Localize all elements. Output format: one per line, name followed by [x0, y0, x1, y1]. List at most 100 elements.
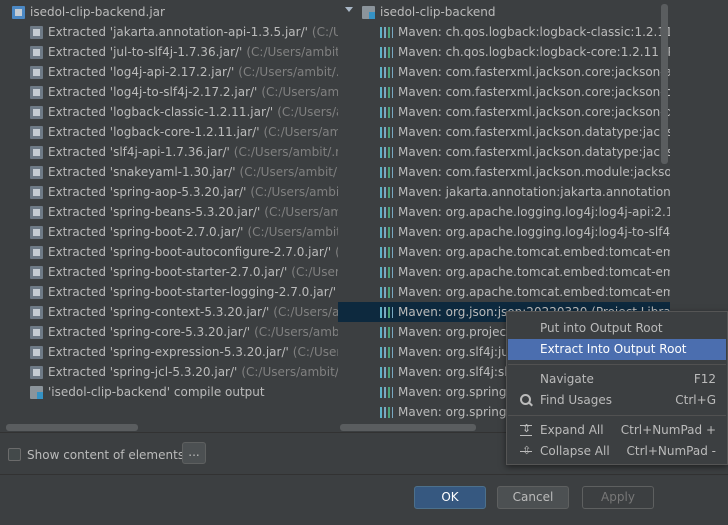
library-icon: [380, 367, 393, 378]
tree-root-jar[interactable]: isedol-clip-backend.jar: [0, 2, 338, 22]
tree-item-extracted-jar[interactable]: Extracted 'spring-context-5.3.20.jar/' (C…: [0, 302, 338, 322]
tree-item-library[interactable]: Maven: org.apache.tomcat.embed:tomcat-em…: [338, 242, 670, 262]
library-icon: [380, 347, 393, 358]
extracted-directory-icon: [30, 146, 43, 159]
tree-item-name: Extracted 'spring-aop-5.3.20.jar/': [48, 185, 247, 199]
vertical-scrollbar[interactable]: [661, 4, 668, 164]
tree-item-extracted-jar[interactable]: Extracted 'spring-boot-starter-logging-2…: [0, 282, 338, 302]
extracted-directory-icon: [30, 306, 43, 319]
extracted-directory-icon: [30, 186, 43, 199]
tree-item-extracted-jar[interactable]: Extracted 'spring-aop-5.3.20.jar/' (C:/Us…: [0, 182, 338, 202]
library-icon: [380, 307, 393, 318]
menu-item-label: Navigate: [540, 372, 594, 386]
tree-item-extracted-jar[interactable]: Extracted 'spring-jcl-5.3.20.jar/' (C:/Us…: [0, 362, 338, 382]
tree-item-label: Maven: com.fasterxml.jackson.datatype:ja…: [398, 125, 670, 139]
menu-separator: [508, 415, 726, 416]
tree-item-extracted-jar[interactable]: Extracted 'spring-core-5.3.20.jar/' (C:/U…: [0, 322, 338, 342]
menu-separator: [508, 364, 726, 365]
jar-icon: [12, 6, 25, 19]
search-icon: [520, 394, 533, 407]
tree-item-library[interactable]: Maven: jakarta.annotation:jakarta.annota…: [338, 182, 670, 202]
tree-item-label: Extracted 'logback-core-1.2.11.jar/' (C:/…: [48, 122, 338, 142]
extracted-directory-icon: [30, 346, 43, 359]
tree-item-name: Extracted 'log4j-api-2.17.2.jar/': [48, 65, 235, 79]
library-icon: [380, 107, 393, 118]
tree-item-label: Extracted 'spring-boot-starter-logging-2…: [48, 282, 338, 302]
tree-item-extracted-jar[interactable]: Extracted 'snakeyaml-1.30.jar/' (C:/Users…: [0, 162, 338, 182]
tree-item-extracted-jar[interactable]: Extracted 'logback-core-1.2.11.jar/' (C:/…: [0, 122, 338, 142]
tree-item-library[interactable]: Maven: com.fasterxml.jackson.module:jack…: [338, 162, 670, 182]
tree-root-module[interactable]: isedol-clip-backend: [338, 2, 670, 22]
tree-item-extracted-jar[interactable]: Extracted 'jakarta.annotation-api-1.3.5.…: [0, 22, 338, 42]
tree-item-extracted-jar[interactable]: Extracted 'log4j-to-slf4j-2.17.2.jar/' (C…: [0, 82, 338, 102]
tree-item-path: (C:/Users/ambit/.m2/repository/: [263, 125, 339, 139]
menu-item-extract-into-output-root[interactable]: Extract Into Output Root: [508, 339, 726, 360]
menu-item-collapse-all[interactable]: Collapse All Ctrl+NumPad -: [508, 441, 726, 462]
extracted-directory-icon: [30, 366, 43, 379]
menu-item-shortcut: Ctrl+G: [675, 393, 716, 407]
tree-item-path: (C:/Users/ambit/.m2/repository/org/apach…: [238, 65, 338, 79]
tree-item-label: Extracted 'spring-core-5.3.20.jar/' (C:/U…: [48, 322, 338, 342]
more-options-button[interactable]: ...: [182, 442, 206, 464]
collapse-all-icon: [520, 443, 533, 459]
tree-item-label: 'isedol-clip-backend' compile output: [48, 385, 265, 399]
tree-item-extracted-jar[interactable]: Extracted 'spring-expression-5.3.20.jar/…: [0, 342, 338, 362]
extracted-directory-icon: [30, 106, 43, 119]
menu-item-shortcut: Ctrl+NumPad -: [626, 444, 717, 458]
tree-item-extracted-jar[interactable]: Extracted 'log4j-api-2.17.2.jar/' (C:/Use…: [0, 62, 338, 82]
tree-item-library[interactable]: Maven: com.fasterxml.jackson.core:jackso…: [338, 82, 670, 102]
tree-item-label: Maven: ch.qos.logback:logback-core:1.2.1…: [398, 45, 670, 59]
tree-item-library[interactable]: Maven: com.fasterxml.jackson.core:jackso…: [338, 62, 670, 82]
tree-item-extracted-jar[interactable]: Extracted 'spring-beans-5.3.20.jar/' (C:/…: [0, 202, 338, 222]
output-layout-tree[interactable]: isedol-clip-backend.jar Extracted 'jakar…: [0, 0, 338, 425]
menu-item-label: Expand All: [540, 423, 604, 437]
tree-item-library[interactable]: Maven: com.fasterxml.jackson.core:jackso…: [338, 102, 670, 122]
tree-item-name: Extracted 'jakarta.annotation-api-1.3.5.…: [48, 25, 308, 39]
tree-item-library[interactable]: Maven: org.apache.tomcat.embed:tomcat-em…: [338, 262, 670, 282]
tree-item-name: Extracted 'slf4j-api-1.7.36.jar/': [48, 145, 230, 159]
tree-root-label: isedol-clip-backend: [380, 5, 496, 19]
menu-item-put-into-output-root[interactable]: Put into Output Root: [508, 318, 726, 339]
tree-item-label: Extracted 'spring-boot-2.7.0.jar/' (C:/Us…: [48, 222, 338, 242]
library-icon: [380, 407, 393, 418]
tree-item-compile-output[interactable]: 'isedol-clip-backend' compile output: [0, 382, 338, 402]
tree-item-library[interactable]: Maven: com.fasterxml.jackson.datatype:ja…: [338, 122, 670, 142]
menu-item-navigate[interactable]: Navigate F12: [508, 369, 726, 390]
tree-item-extracted-jar[interactable]: Extracted 'logback-classic-1.2.11.jar/'(…: [0, 102, 338, 122]
tree-item-path: (C:/Users/ambit/.m2/: [273, 305, 338, 319]
library-icon: [380, 167, 393, 178]
tree-item-name: Extracted 'spring-context-5.3.20.jar/': [48, 305, 270, 319]
tree-item-library[interactable]: Maven: ch.qos.logback:logback-core:1.2.1…: [338, 42, 670, 62]
tree-item-label: Maven: org.apache.tomcat.embed:tomcat-em…: [398, 245, 670, 259]
tree-item-library[interactable]: Maven: org.apache.logging.log4j:log4j-ap…: [338, 202, 670, 222]
apply-button[interactable]: Apply: [582, 486, 654, 509]
tree-item-path: (C:/Users/ambit/.m2/repository/: [250, 185, 338, 199]
tree-item-extracted-jar[interactable]: Extracted 'slf4j-api-1.7.36.jar/' (C:/Use…: [0, 142, 338, 162]
tree-item-library[interactable]: Maven: org.apache.logging.log4j:log4j-to…: [338, 222, 670, 242]
tree-item-library[interactable]: Maven: ch.qos.logback:logback-classic:1.…: [338, 22, 670, 42]
right-horizontal-scrollbar[interactable]: [340, 424, 476, 431]
tree-item-library[interactable]: Maven: com.fasterxml.jackson.datatype:ja…: [338, 142, 670, 162]
ok-button[interactable]: OK: [414, 486, 486, 509]
menu-item-find-usages[interactable]: Find Usages Ctrl+G: [508, 390, 726, 411]
menu-item-label: Extract Into Output Root: [540, 342, 687, 356]
tree-item-path: (C:/Users/ambit/.m2/repository/: [241, 365, 338, 379]
tree-item-extracted-jar[interactable]: Extracted 'spring-boot-autoconfigure-2.7…: [0, 242, 338, 262]
library-icon: [380, 267, 393, 278]
tree-item-extracted-jar[interactable]: Extracted 'spring-boot-starter-2.7.0.jar…: [0, 262, 338, 282]
tree-item-name: Extracted 'snakeyaml-1.30.jar/': [48, 165, 236, 179]
library-icon: [380, 207, 393, 218]
tree-item-library[interactable]: Maven: org.apache.tomcat.embed:tomcat-em…: [338, 282, 670, 302]
tree-item-name: Extracted 'spring-boot-autoconfigure-2.7…: [48, 245, 332, 259]
cancel-button[interactable]: Cancel: [497, 486, 569, 509]
tree-item-extracted-jar[interactable]: Extracted 'spring-boot-2.7.0.jar/' (C:/Us…: [0, 222, 338, 242]
left-horizontal-scrollbar[interactable]: [6, 424, 138, 431]
module-output-icon: [30, 386, 43, 399]
extracted-directory-icon: [30, 26, 43, 39]
tree-item-path: (C:/Users/ambit/.m2/repository/: [239, 165, 338, 179]
tree-item-label: Extracted 'logback-classic-1.2.11.jar/'(…: [48, 102, 338, 122]
extracted-directory-icon: [30, 326, 43, 339]
menu-item-expand-all[interactable]: Expand All Ctrl+NumPad +: [508, 420, 726, 441]
checkbox-box[interactable]: [8, 448, 21, 461]
tree-item-extracted-jar[interactable]: Extracted 'jul-to-slf4j-1.7.36.jar/' (C:/…: [0, 42, 338, 62]
